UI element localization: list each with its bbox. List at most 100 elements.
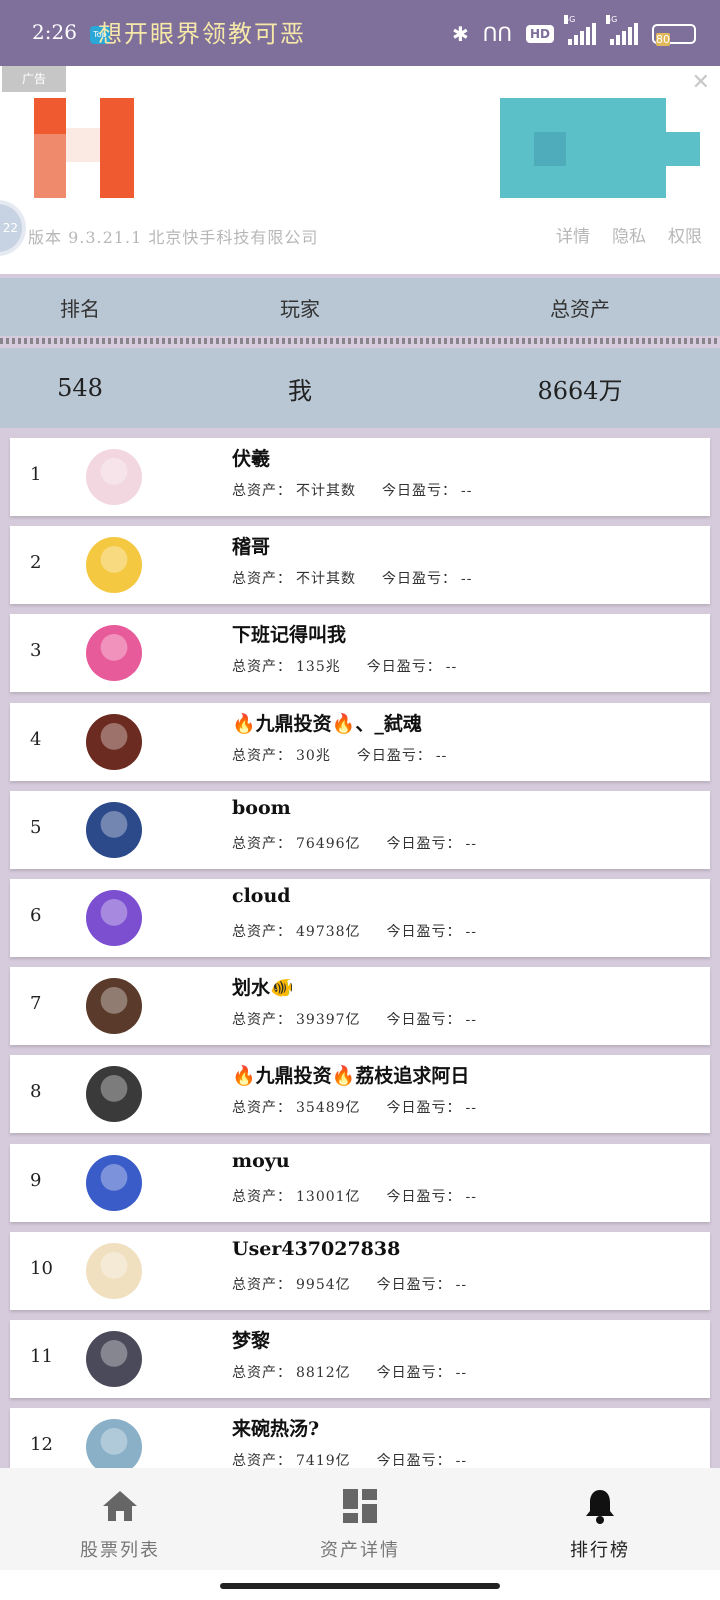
player-info: 总资产： 13001亿 今日盈亏： -- [232,1186,481,1206]
rank-number: 11 [30,1346,53,1367]
list-item[interactable]: 10 User437027838 总资产： 9954亿 今日盈亏： -- [10,1231,710,1310]
rank-number: 12 [30,1434,53,1456]
status-icons: ✱ ᑎᑎ HD 5G 5G 80 [451,15,696,48]
player-info: 总资产： 35489亿 今日盈亏： -- [232,1097,481,1117]
today-pl-label: 今日盈亏： [366,659,442,676]
header-rank: 排名 [60,296,100,321]
player-info: 总资产： 8812亿 今日盈亏： -- [232,1362,471,1382]
player-info: 总资产： 39397亿 今日盈亏： -- [232,1009,481,1029]
list-item[interactable]: 7 划水🐠 总资产： 39397亿 今日盈亏： -- [10,967,710,1046]
list-item[interactable]: 4 🔥九鼎投资🔥、_弑魂 总资产： 30兆 今日盈亏： -- [10,702,710,781]
rank-number: 2 [30,552,42,574]
player-info: 总资产： 不计其数 今日盈亏： -- [232,480,476,500]
ad-image [0,98,140,198]
player-info: 总资产： 135兆 今日盈亏： -- [232,656,461,676]
total-assets-label: 总资产： [232,1188,292,1205]
total-assets-label: 总资产： [232,1453,292,1470]
table-header: 排名 玩家 总资产 [0,278,720,336]
bottom-nav: 股票列表 资产详情 排行榜 [0,1468,720,1570]
status-bar: 2:26 Top 想开眼界领教可恶 ✱ ᑎᑎ HD 5G 5G 80 [0,0,720,66]
ad-label: 广告 [2,66,66,92]
ad-banner[interactable]: 广告 ✕ 22 版本 9.3.21.1 北京快手科技有限公司 详情 隐私 权限 [0,66,720,274]
nav-asset-details[interactable]: 资产详情 [240,1468,480,1570]
avatar [86,625,142,682]
total-assets-value: 35489亿 [296,1100,361,1117]
today-pl-value: -- [465,1100,478,1117]
ad-link-privacy[interactable]: 隐私 [612,222,646,247]
home-indicator[interactable] [220,1583,500,1589]
player-info: 总资产： 不计其数 今日盈亏： -- [232,568,476,588]
today-pl-label: 今日盈亏： [386,1188,462,1205]
today-pl-value: -- [461,571,473,588]
avatar [86,537,142,594]
header-assets: 总资产 [550,296,610,321]
close-icon[interactable]: ✕ [692,70,710,95]
ad-link-details[interactable]: 详情 [556,222,590,247]
network-label-2: 5G [606,15,618,24]
player-info: 总资产： 30兆 今日盈亏： -- [232,745,451,765]
list-item[interactable]: 3 下班记得叫我 总资产： 135兆 今日盈亏： -- [10,614,710,693]
bluetooth-icon: ✱ [451,22,469,46]
today-pl-value: -- [465,924,478,940]
total-assets-value: 不计其数 [296,571,356,588]
today-pl-value: -- [455,1453,468,1470]
signal-icon-2: 5G [606,15,638,45]
player-name: 梦黎 [232,1330,271,1352]
ad-image-right [500,98,700,198]
avatar [86,801,142,858]
total-assets-value: 39397亿 [296,1012,361,1029]
rank-number: 7 [30,993,42,1015]
dashboard-icon [343,1489,377,1523]
nav-stock-list[interactable]: 股票列表 [0,1468,240,1570]
avatar [86,713,142,770]
list-item[interactable]: 9 moyu 总资产： 13001亿 今日盈亏： -- [10,1143,710,1222]
today-pl-value: -- [455,1276,468,1293]
list-item[interactable]: 11 梦黎总资产： 8812亿 今日盈亏： -- [10,1320,710,1398]
player-name: cloud [232,885,291,907]
total-assets-value: 30兆 [296,747,331,764]
today-pl-value: -- [455,1365,468,1381]
home-icon [103,1491,137,1521]
rank-number: 10 [30,1257,53,1279]
list-item[interactable]: 1 伏羲 总资产： 不计其数 今日盈亏： -- [10,438,710,516]
ad-meta: 版本 9.3.21.1 北京快手科技有限公司 [28,228,319,247]
avatar [86,1242,142,1299]
avatar [86,1331,142,1387]
player-info: 总资产： 49738亿 今日盈亏： -- [232,921,481,941]
my-rank-row: 548 我 8664万 [0,348,720,428]
rank-number: 8 [30,1081,42,1103]
hd-badge: HD [525,25,554,43]
today-pl-label: 今日盈亏： [386,1012,462,1029]
nav-label-leaderboard: 排行榜 [570,1540,630,1561]
player-name: 划水🐠 [232,977,294,1000]
list-item[interactable]: 6 cloud 总资产： 49738亿 今日盈亏： -- [10,879,710,957]
player-name: 稽哥 [232,536,271,559]
rank-number: 6 [30,905,42,926]
player-name: moyu [232,1149,290,1172]
today-pl-value: -- [465,1188,478,1205]
list-item[interactable]: 8 🔥九鼎投资🔥荔枝追求阿日 总资产： 35489亿 今日盈亏： -- [10,1055,710,1134]
list-item[interactable]: 5 boom 总资产： 76496亿 今日盈亏： -- [10,790,710,869]
list-item[interactable]: 2 稽哥总资产： 不计其数 今日盈亏： -- [10,526,710,605]
total-assets-value: 不计其数 [296,483,356,499]
nav-leaderboard[interactable]: 排行榜 [480,1468,720,1570]
total-assets-label: 总资产： [232,659,292,676]
avatar [86,1419,142,1476]
my-player: 我 [288,376,312,405]
network-label: 5G [564,15,576,24]
player-name: 🔥九鼎投资🔥、_弑魂 [232,712,422,735]
player-name: 伏羲 [232,448,271,470]
today-pl-label: 今日盈亏： [356,747,432,764]
total-assets-value: 135兆 [296,659,341,676]
signal-icon: 5G [564,15,596,45]
rank-number: 3 [30,640,42,662]
total-assets-label: 总资产： [232,835,292,852]
player-name: User437027838 [232,1237,401,1260]
ad-link-permissions[interactable]: 权限 [668,222,702,247]
total-assets-label: 总资产： [232,1365,292,1381]
today-pl-value: -- [461,483,473,499]
battery-icon: 80 [652,24,696,46]
today-pl-label: 今日盈亏： [386,835,462,852]
avatar [86,449,142,505]
total-assets-label: 总资产： [232,483,292,499]
